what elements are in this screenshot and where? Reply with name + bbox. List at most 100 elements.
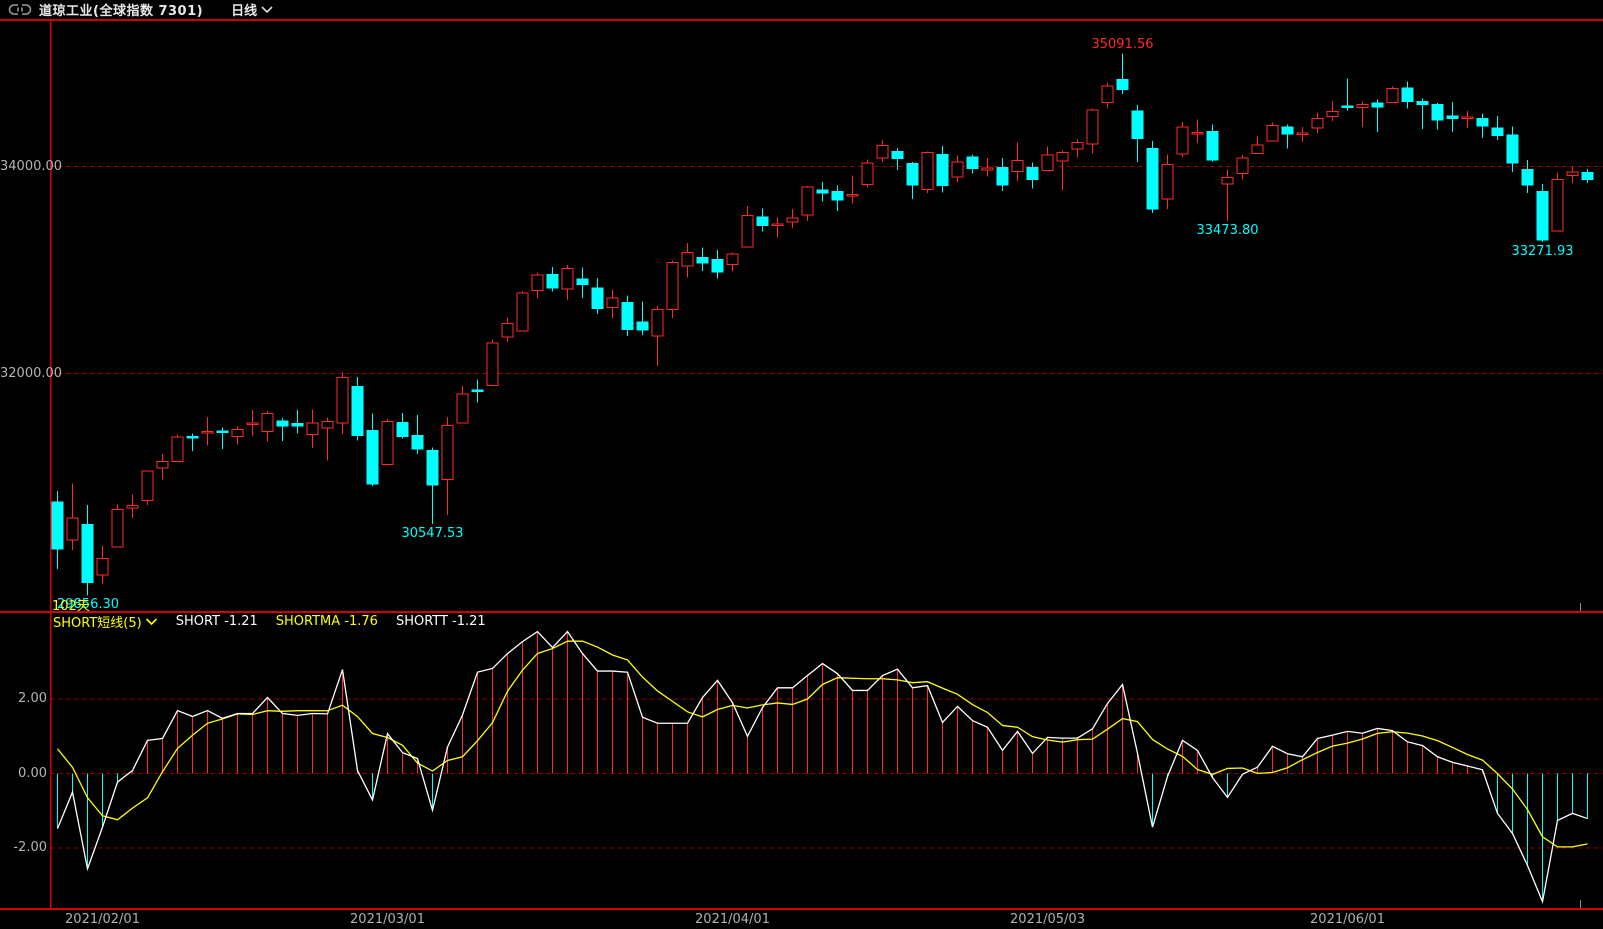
candle-body: [1282, 127, 1293, 134]
candle-body: [667, 263, 678, 310]
candle-body: [1012, 160, 1023, 171]
candle-body: [277, 421, 288, 426]
candle-body: [892, 151, 903, 158]
candle-body: [1162, 164, 1173, 199]
candle-body: [1462, 117, 1473, 119]
candle-body: [67, 518, 78, 540]
candle-body: [82, 524, 93, 582]
candle-body: [1522, 169, 1533, 185]
candle-body: [1537, 191, 1548, 240]
candle-body: [1582, 173, 1593, 180]
candle-body: [952, 162, 963, 177]
candle-body: [412, 436, 423, 449]
price-axis-label: 34000.00: [0, 160, 47, 174]
indicator-axis-label: -2.00: [0, 841, 47, 855]
candle-body: [397, 422, 408, 436]
candle-body: [757, 217, 768, 225]
indicator-selector[interactable]: SHORT短线(5): [53, 612, 158, 631]
candle-body: [247, 423, 258, 425]
candle-body: [142, 471, 153, 500]
x-axis-line: [0, 908, 1603, 910]
candle-body: [1057, 153, 1068, 161]
candle-body: [487, 343, 498, 386]
candle-body: [52, 502, 63, 549]
candle-body: [817, 190, 828, 193]
candle-body: [937, 154, 948, 185]
chevron-down-icon: [145, 617, 158, 626]
low-price-label: 30547.53: [401, 526, 463, 541]
legend-short: SHORT -1.21: [176, 614, 258, 629]
candle-body: [1492, 128, 1503, 136]
candle-body: [637, 322, 648, 330]
candle-body: [622, 302, 633, 329]
candle-body: [532, 275, 543, 291]
date-axis-label: 2021/05/03: [1010, 912, 1085, 927]
candle-body: [352, 387, 363, 436]
date-axis-label: 2021/04/01: [695, 912, 770, 927]
chart-canvas[interactable]: [0, 0, 1603, 929]
candle-body: [337, 378, 348, 423]
candle-body: [1327, 112, 1338, 117]
candle-body: [1417, 101, 1428, 104]
candle-body: [1507, 135, 1518, 163]
candle-body: [1192, 133, 1203, 135]
high-price-label: 35091.56: [1091, 37, 1153, 52]
candle-body: [652, 309, 663, 335]
indicator-axis-label: 0.00: [0, 767, 47, 781]
candle-body: [592, 288, 603, 308]
candle-body: [1252, 145, 1263, 153]
candle-body: [1132, 111, 1143, 139]
date-axis-label: 2021/03/01: [350, 912, 425, 927]
candle-body: [382, 422, 393, 465]
candle-body: [1102, 86, 1113, 103]
indicator-axis-label: 2.00: [0, 692, 47, 706]
axis-frame: [0, 21, 1603, 910]
candle-body: [1387, 88, 1398, 102]
candle-body: [457, 394, 468, 423]
candle-body: [262, 414, 273, 432]
candle-body: [1402, 88, 1413, 101]
candle-body: [577, 279, 588, 284]
candle-body: [1117, 79, 1128, 89]
candle-body: [982, 168, 993, 170]
candle-body: [127, 506, 138, 508]
candle-body: [1372, 103, 1383, 107]
candle-body: [1342, 106, 1353, 108]
candle-body: [727, 254, 738, 264]
candle-body: [1567, 172, 1578, 176]
candle-body: [502, 323, 513, 337]
candle-body: [1477, 118, 1488, 125]
candle-body: [1087, 110, 1098, 144]
candle-body: [562, 268, 573, 288]
candle-body: [697, 258, 708, 263]
candle-body: [922, 152, 933, 189]
candle-body: [232, 430, 243, 437]
candle-body: [832, 191, 843, 199]
candle-body: [862, 163, 873, 185]
low-price-label: 33473.80: [1196, 223, 1258, 238]
candle-body: [1267, 126, 1278, 141]
indicator-bars: [58, 632, 1588, 902]
indicator-header: SHORT短线(5) SHORT -1.21SHORTMA -1.76SHORT…: [53, 612, 486, 630]
candle-body: [1297, 133, 1308, 135]
candle-body: [547, 275, 558, 289]
candle-body: [97, 559, 108, 575]
candle-body: [1312, 118, 1323, 128]
candle-body: [202, 432, 213, 434]
candle-body: [1357, 104, 1368, 107]
indicator-name: SHORT短线(5): [53, 612, 142, 631]
candle-body: [1177, 127, 1188, 154]
candle-body: [1432, 104, 1443, 120]
legend-shortma: SHORTMA -1.76: [276, 614, 378, 629]
chart-app: 道琼工业(全球指数 7301) 日线 34000.0032000.002.000…: [0, 0, 1603, 929]
candle-body: [1027, 168, 1038, 180]
candle-body: [967, 157, 978, 168]
candle-body: [172, 437, 183, 462]
candle-body: [997, 168, 1008, 185]
candle-body: [1147, 148, 1158, 209]
low-price-label: 33271.93: [1511, 244, 1573, 259]
candle-body: [187, 437, 198, 439]
candle-body: [1237, 158, 1248, 174]
candle-body: [1207, 132, 1218, 161]
candle-body: [1072, 143, 1083, 149]
